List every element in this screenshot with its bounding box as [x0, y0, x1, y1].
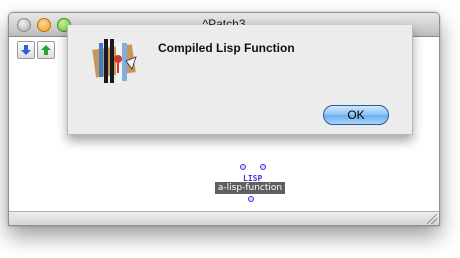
move-up-button[interactable]: [37, 41, 55, 59]
ok-button[interactable]: OK: [323, 105, 389, 125]
lisp-function-box[interactable]: LISP a-lisp-function: [215, 163, 285, 209]
move-down-button[interactable]: [17, 41, 35, 59]
alert-sheet: Compiled Lisp Function OK: [67, 25, 413, 135]
arrow-down-icon: [21, 45, 31, 55]
dialog-message: Compiled Lisp Function: [158, 41, 295, 55]
outlet[interactable]: [248, 196, 254, 202]
arrow-up-icon: [41, 45, 51, 55]
status-bar: [9, 211, 439, 225]
openmusic-icon: [92, 39, 137, 83]
resize-grip-icon[interactable]: [427, 214, 437, 224]
inlet-left[interactable]: [240, 164, 246, 170]
inlet-right[interactable]: [260, 164, 266, 170]
lisp-box-label: a-lisp-function: [215, 182, 285, 194]
